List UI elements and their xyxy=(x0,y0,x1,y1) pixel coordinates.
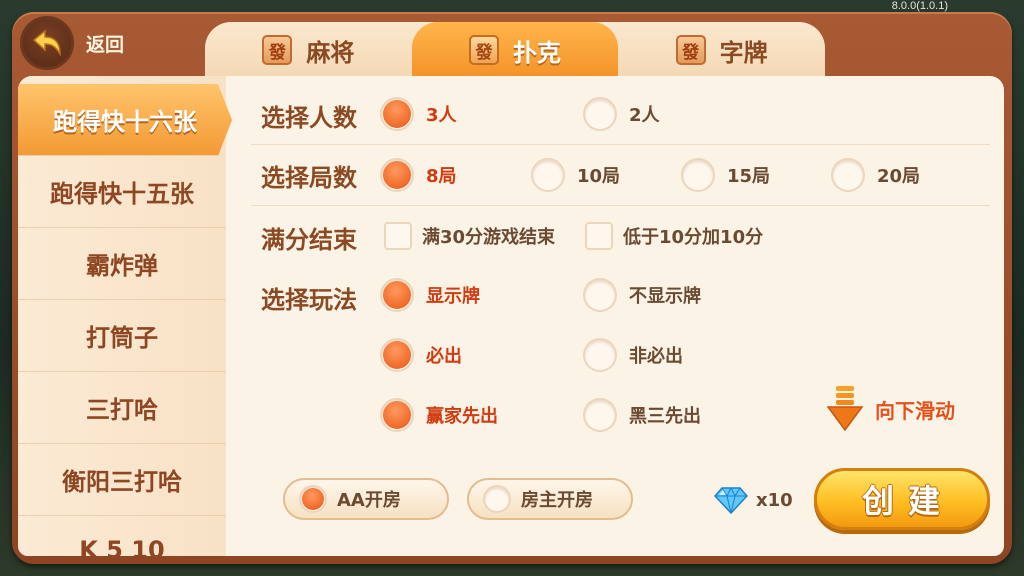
score-end-option-30[interactable]: 满30分游戏结束 xyxy=(384,222,555,250)
play-option-must-play[interactable]: 必出 xyxy=(380,338,462,372)
sidebar-item-sandaha[interactable]: 三打哈 xyxy=(18,372,226,444)
sidebar-item-bazhadan[interactable]: 霸炸弹 xyxy=(18,228,226,300)
option-label: 黑三先出 xyxy=(629,406,701,427)
checkbox[interactable] xyxy=(585,222,613,250)
sidebar-item-paodekuai-15[interactable]: 跑得快十五张 xyxy=(18,156,226,228)
option-label: 8局 xyxy=(426,166,457,187)
play-option-not-must-play[interactable]: 非必出 xyxy=(583,338,683,372)
option-label: 必出 xyxy=(426,346,462,367)
back-label: 返回 xyxy=(86,33,125,56)
down-arrow-icon xyxy=(826,386,864,432)
back-button[interactable]: 返回 xyxy=(20,16,160,70)
score-end-option-plus10[interactable]: 低于10分加10分 xyxy=(585,222,763,250)
play-option-winner-first[interactable]: 赢家先出 xyxy=(380,398,498,432)
game-list-sidebar: 跑得快十六张 跑得快十五张 霸炸弹 打筒子 三打哈 衡阳三打哈 K 5 10 xyxy=(18,76,232,556)
radio-button[interactable] xyxy=(681,158,715,192)
option-label: 不显示牌 xyxy=(629,286,701,307)
version-label: 8.0.0(1.0.1) xyxy=(891,0,948,12)
option-label: 2人 xyxy=(629,105,660,126)
rounds-option-10[interactable]: 10局 xyxy=(531,158,620,192)
sidebar-item-datongzi[interactable]: 打筒子 xyxy=(18,300,226,372)
scroll-hint-label: 向下滑动 xyxy=(875,398,955,423)
sidebar-item-hengyang-sandaha[interactable]: 衡阳三打哈 xyxy=(18,444,226,516)
aa-room-option[interactable]: AA开房 xyxy=(283,478,449,520)
play-option-hide-cards[interactable]: 不显示牌 xyxy=(583,278,701,312)
option-label: 低于10分加10分 xyxy=(623,227,764,248)
rounds-option-15[interactable]: 15局 xyxy=(681,158,770,192)
scroll-down-hint: 向下滑动 xyxy=(825,384,955,434)
checkbox[interactable] xyxy=(384,222,412,250)
mahjong-tile-icon: 發 xyxy=(469,35,499,65)
play-row-label: 选择玩法 xyxy=(261,286,357,314)
rounds-option-20[interactable]: 20局 xyxy=(831,158,920,192)
radio-button[interactable] xyxy=(583,97,617,131)
rounds-row-label: 选择局数 xyxy=(261,164,357,192)
create-room-button[interactable]: 创建 xyxy=(814,468,990,530)
tab-label: 扑克 xyxy=(513,38,561,67)
cost-label: x10 xyxy=(756,489,793,511)
option-label: 15局 xyxy=(727,166,771,187)
score-end-row-label: 满分结束 xyxy=(261,226,357,254)
option-label: AA开房 xyxy=(337,490,401,511)
option-label: 3人 xyxy=(426,105,457,126)
option-label: 非必出 xyxy=(629,346,683,367)
tab-label: 麻将 xyxy=(306,38,355,67)
sidebar-item-k510[interactable]: K 5 10 xyxy=(18,516,226,556)
radio-button[interactable] xyxy=(380,338,414,372)
players-option-2[interactable]: 2人 xyxy=(583,97,660,131)
option-label: 赢家先出 xyxy=(426,406,498,427)
diamond-icon xyxy=(714,486,748,514)
radio-button[interactable] xyxy=(583,398,617,432)
radio-button[interactable] xyxy=(380,278,414,312)
players-row-label: 选择人数 xyxy=(261,104,357,132)
tab-zipai[interactable]: 發 字牌 xyxy=(618,22,825,78)
radio-button[interactable] xyxy=(483,485,511,513)
mahjong-tile-icon: 發 xyxy=(675,35,706,65)
play-option-show-cards[interactable]: 显示牌 xyxy=(380,278,480,312)
players-option-3[interactable]: 3人 xyxy=(380,97,457,131)
play-option-black-three-first[interactable]: 黑三先出 xyxy=(583,398,701,432)
radio-button[interactable] xyxy=(380,158,414,192)
tab-label: 字牌 xyxy=(719,38,768,67)
game-category-tabs: 發 麻将 發 扑克 發 字牌 xyxy=(205,22,825,78)
radio-button[interactable] xyxy=(380,398,414,432)
radio-button[interactable] xyxy=(583,338,617,372)
option-label: 10局 xyxy=(577,166,621,187)
radio-button[interactable] xyxy=(299,485,327,513)
radio-button[interactable] xyxy=(531,158,565,192)
divider xyxy=(251,144,990,145)
option-label: 满30分游戏结束 xyxy=(422,227,556,248)
tab-mahjong[interactable]: 發 麻将 xyxy=(205,22,412,78)
sidebar-item-paodekuai-16[interactable]: 跑得快十六张 xyxy=(18,84,232,156)
mahjong-tile-icon: 發 xyxy=(262,35,293,65)
option-label: 20局 xyxy=(877,166,921,187)
option-label: 显示牌 xyxy=(426,286,480,307)
option-label: 房主开房 xyxy=(521,490,593,511)
room-cost: x10 xyxy=(714,486,793,514)
tab-poker[interactable]: 發 扑克 xyxy=(411,22,619,78)
radio-button[interactable] xyxy=(583,278,617,312)
radio-button[interactable] xyxy=(831,158,865,192)
radio-button[interactable] xyxy=(380,97,414,131)
back-arrow-icon xyxy=(20,16,74,70)
host-room-option[interactable]: 房主开房 xyxy=(467,478,633,520)
divider xyxy=(251,205,990,206)
rounds-option-8[interactable]: 8局 xyxy=(380,158,457,192)
